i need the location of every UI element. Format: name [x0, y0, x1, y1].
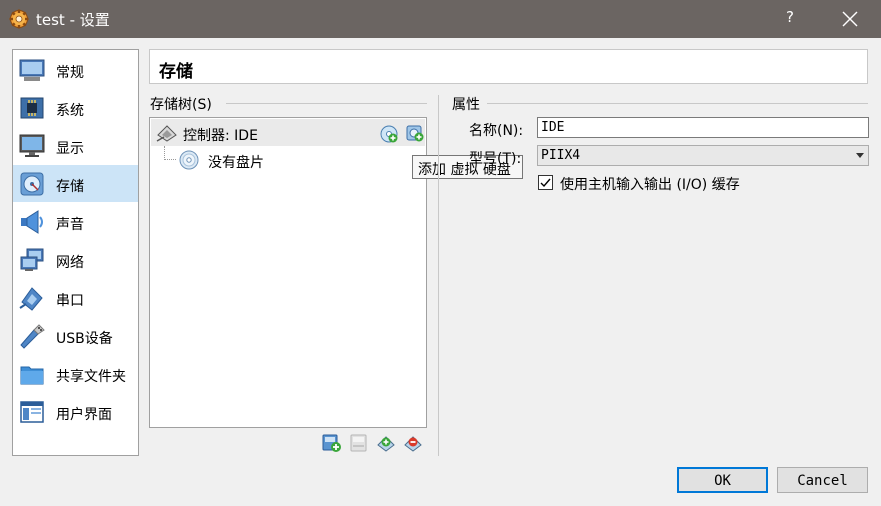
add-hard-disk-icon[interactable]	[406, 124, 424, 142]
add-controller-icon[interactable]	[322, 433, 342, 453]
storage-tree[interactable]: 控制器: IDE 没有盘片	[149, 117, 427, 428]
sidebar-item-label: 串口	[56, 293, 84, 309]
attributes-label: 属性	[452, 97, 480, 113]
title-bar: test - 设置 ?	[0, 0, 881, 38]
sidebar-item-label: 常规	[56, 65, 84, 81]
settings-gear-icon	[9, 9, 29, 29]
sidebar-item-system[interactable]: 系统	[13, 89, 138, 126]
controller-label: 控制器: IDE	[183, 128, 258, 144]
audio-icon	[21, 210, 43, 234]
sidebar-item-label: 系统	[56, 103, 84, 119]
controller-icon	[156, 125, 177, 142]
name-label: 名称(N):	[469, 123, 524, 139]
sidebar-item-network[interactable]: 网络	[13, 241, 138, 278]
sidebar-item-label: 存储	[56, 179, 84, 195]
host-io-cache-checkbox[interactable]	[538, 175, 553, 190]
sidebar-item-shared-folders[interactable]: 共享文件夹	[13, 355, 138, 392]
storage-icon	[20, 172, 44, 196]
name-field[interactable]: IDE	[537, 117, 869, 138]
sidebar-item-storage[interactable]: 存储	[13, 165, 138, 202]
ok-button[interactable]: OK	[677, 467, 768, 493]
optical-disc-icon	[179, 150, 199, 170]
page-title: 存储	[159, 62, 193, 82]
sidebar-item-usb[interactable]: USB设备	[13, 317, 138, 354]
sidebar-item-display[interactable]: 显示	[13, 127, 138, 164]
usb-icon	[20, 324, 45, 349]
shared-folder-icon	[20, 366, 44, 385]
group-divider	[487, 103, 868, 104]
close-icon[interactable]	[840, 6, 860, 30]
sidebar-item-label: 用户界面	[56, 407, 112, 423]
page-header: 存储	[149, 49, 868, 84]
general-icon	[19, 59, 45, 81]
help-button[interactable]: ?	[786, 8, 794, 26]
sidebar-item-label: 显示	[56, 141, 84, 157]
sidebar-item-label: 声音	[56, 217, 84, 233]
remove-attachment-icon[interactable]	[403, 433, 423, 453]
group-divider	[226, 103, 427, 104]
checkmark-icon	[540, 178, 551, 188]
chevron-down-icon	[856, 153, 864, 158]
sidebar-item-audio[interactable]: 声音	[13, 203, 138, 240]
add-attachment-icon[interactable]	[376, 433, 396, 453]
tree-item-controller[interactable]: 控制器: IDE	[151, 119, 425, 146]
system-icon	[20, 97, 44, 119]
remove-controller-icon[interactable]	[349, 433, 369, 453]
serial-port-icon	[19, 287, 43, 311]
settings-sidebar: 常规 系统 显示 存储 声音 网络 串口 USB设备 共享文件夹 用户界面	[12, 49, 139, 456]
window-title: test - 设置	[36, 11, 110, 29]
type-select[interactable]: PIIX4	[537, 145, 869, 166]
tree-branch-line	[164, 146, 176, 160]
add-optical-drive-icon[interactable]	[380, 125, 398, 143]
cancel-button[interactable]: Cancel	[777, 467, 868, 493]
storage-tree-label: 存储树(S)	[150, 97, 212, 113]
sidebar-item-serial-port[interactable]: 串口	[13, 279, 138, 316]
sidebar-item-label: USB设备	[56, 331, 113, 347]
network-icon	[20, 248, 44, 271]
display-icon	[19, 134, 45, 157]
sidebar-item-user-interface[interactable]: 用户界面	[13, 393, 138, 430]
type-select-value: PIIX4	[541, 148, 581, 163]
type-label: 型号(T):	[469, 151, 522, 167]
sidebar-item-label: 共享文件夹	[56, 369, 126, 385]
sidebar-item-label: 网络	[56, 255, 84, 271]
sidebar-item-general[interactable]: 常规	[13, 51, 138, 88]
host-io-cache-label[interactable]: 使用主机输入输出 (I/O) 缓存	[560, 174, 740, 194]
user-interface-icon	[20, 401, 44, 423]
panel-separator	[438, 95, 439, 456]
tree-item-empty-disc[interactable]: 没有盘片	[208, 152, 264, 172]
